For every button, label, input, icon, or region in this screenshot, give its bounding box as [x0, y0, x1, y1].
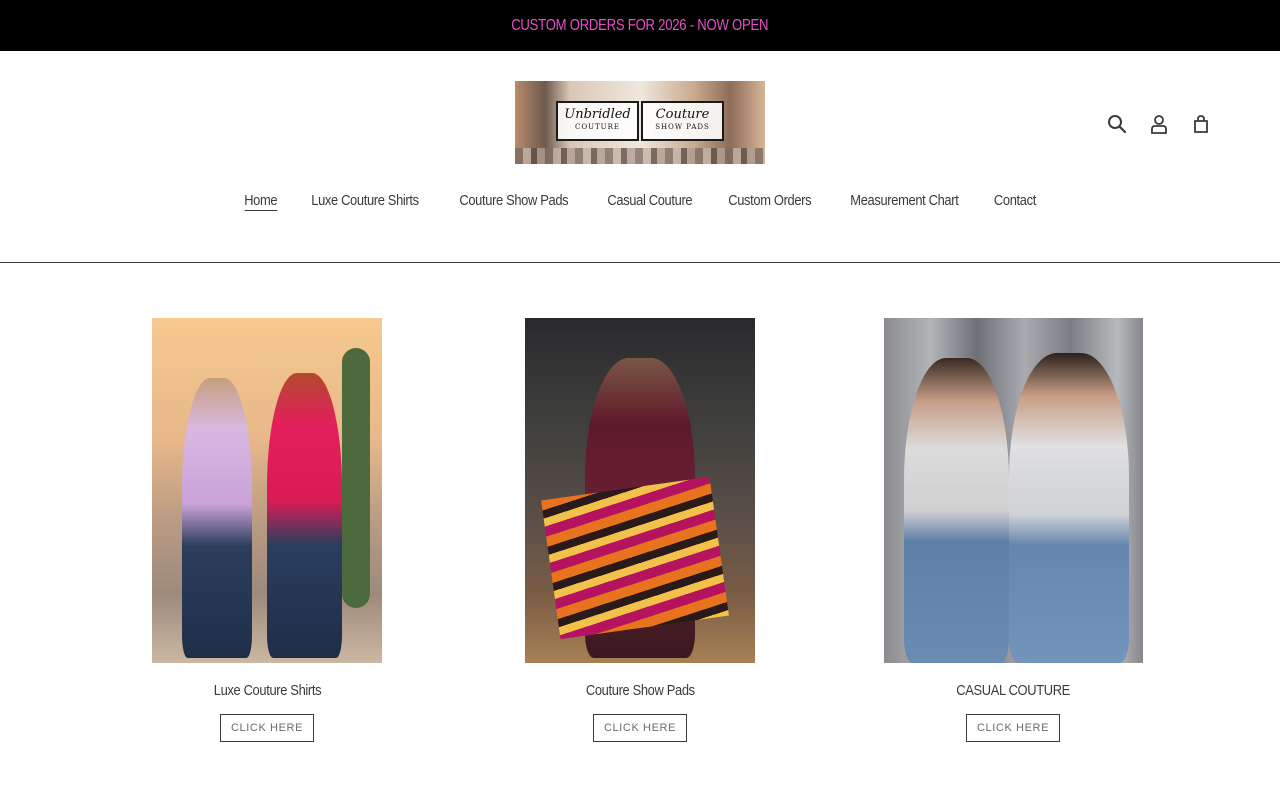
- nav-luxe-couture-shirts[interactable]: Luxe Couture Shirts: [301, 191, 428, 211]
- model-figure: [1008, 353, 1129, 663]
- logo-couture-show-pads: Couture SHOW PADS: [641, 101, 724, 141]
- collection-title[interactable]: Luxe Couture Shirts: [213, 682, 321, 699]
- header-icons: [1102, 111, 1216, 137]
- cactus: [342, 348, 370, 608]
- click-here-button[interactable]: CLICK HERE: [965, 714, 1061, 742]
- click-here-button[interactable]: CLICK HERE: [592, 714, 688, 742]
- show-pad-blanket: [541, 476, 729, 640]
- search-button[interactable]: [1102, 111, 1132, 137]
- collection-image-casual-couture[interactable]: [883, 318, 1143, 663]
- collection-image-show-pads[interactable]: [525, 318, 755, 663]
- announcement-bar: CUSTOM ORDERS FOR 2026 - NOW OPEN: [0, 0, 1280, 51]
- collection-list: Luxe Couture Shirts CLICK HERE Couture S…: [0, 263, 1280, 800]
- nav-custom-orders[interactable]: Custom Orders: [719, 191, 822, 211]
- cart-icon: [1194, 115, 1208, 133]
- site-logo[interactable]: Unbridled COUTURE Couture SHOW PADS: [515, 81, 765, 164]
- collection-image-luxe-shirts[interactable]: [152, 318, 382, 663]
- nav-casual-couture[interactable]: Casual Couture: [597, 191, 702, 211]
- model-figure: [267, 373, 342, 658]
- logo-unbridled-couture: Unbridled COUTURE: [556, 101, 639, 141]
- main-navigation: Home Luxe Couture Shirts Couture Show Pa…: [0, 191, 1280, 211]
- model-figure: [182, 378, 252, 658]
- nav-measurement-chart[interactable]: Measurement Chart: [840, 191, 968, 211]
- logo-pattern-band: [515, 148, 765, 164]
- account-button[interactable]: [1144, 111, 1174, 137]
- collection-card: Luxe Couture Shirts CLICK HERE: [87, 318, 447, 742]
- collection-card: CASUAL COUTURE CLICK HERE: [833, 318, 1193, 742]
- search-icon: [1108, 115, 1127, 134]
- account-icon: [1151, 115, 1167, 134]
- click-here-button[interactable]: CLICK HERE: [219, 714, 315, 742]
- nav-contact[interactable]: Contact: [984, 191, 1046, 211]
- collection-title[interactable]: CASUAL COUTURE: [956, 682, 1070, 699]
- site-header: Unbridled COUTURE Couture SHOW PADS Home…: [0, 51, 1280, 263]
- collection-card: Couture Show Pads CLICK HERE: [460, 318, 820, 742]
- nav-home[interactable]: Home: [234, 191, 287, 211]
- announcement-text: CUSTOM ORDERS FOR 2026 - NOW OPEN: [511, 16, 769, 34]
- model-figure: [903, 358, 1009, 663]
- cart-button[interactable]: [1186, 111, 1216, 137]
- collection-title[interactable]: Couture Show Pads: [586, 682, 695, 699]
- nav-couture-show-pads[interactable]: Couture Show Pads: [449, 191, 578, 211]
